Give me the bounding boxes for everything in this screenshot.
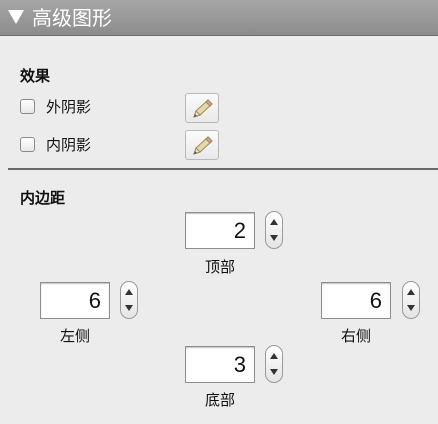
- pencil-icon: [193, 99, 213, 118]
- padding-right-stepper[interactable]: [402, 281, 420, 319]
- padding-section-title: 内边距: [20, 189, 66, 207]
- padding-left-label: 左侧: [59, 327, 90, 345]
- chevron-up-icon[interactable]: [270, 219, 278, 225]
- chevron-up-icon[interactable]: [270, 353, 278, 359]
- panel-header[interactable]: 高级图形: [0, 0, 438, 36]
- padding-top-stepper[interactable]: [265, 211, 283, 249]
- outer-shadow-edit-button[interactable]: [185, 93, 219, 123]
- chevron-down-icon[interactable]: [125, 305, 133, 311]
- padding-top-label: 顶部: [204, 258, 235, 276]
- outer-shadow-label[interactable]: 外阴影: [46, 97, 91, 117]
- effects-section-title: 效果: [20, 67, 51, 85]
- padding-left-stepper[interactable]: [120, 281, 138, 319]
- chevron-up-icon[interactable]: [125, 289, 133, 295]
- chevron-down-icon[interactable]: [407, 305, 415, 311]
- chevron-down-icon[interactable]: [270, 369, 278, 375]
- padding-right-input[interactable]: 6: [321, 282, 391, 319]
- padding-right-label: 右侧: [340, 327, 371, 345]
- panel-title: 高级图形: [32, 6, 112, 30]
- chevron-down-icon[interactable]: [270, 235, 278, 241]
- section-divider: [8, 168, 438, 170]
- pencil-icon: [193, 136, 213, 155]
- padding-bottom-input[interactable]: 3: [185, 346, 255, 383]
- padding-left-input[interactable]: 6: [40, 282, 110, 319]
- chevron-up-icon[interactable]: [407, 289, 415, 295]
- padding-bottom-label: 底部: [204, 391, 235, 409]
- inner-shadow-checkbox[interactable]: [20, 137, 35, 152]
- inner-shadow-label[interactable]: 内阴影: [46, 135, 91, 155]
- disclosure-triangle-icon[interactable]: [8, 10, 24, 24]
- padding-bottom-stepper[interactable]: [265, 345, 283, 383]
- inner-shadow-edit-button[interactable]: [185, 130, 219, 160]
- padding-top-input[interactable]: 2: [185, 212, 255, 249]
- advanced-graphics-panel: 效果 外阴影 内阴影 内边距 2 顶部 6 左侧 6 右侧 3 底部: [0, 36, 438, 424]
- outer-shadow-checkbox[interactable]: [20, 99, 35, 114]
